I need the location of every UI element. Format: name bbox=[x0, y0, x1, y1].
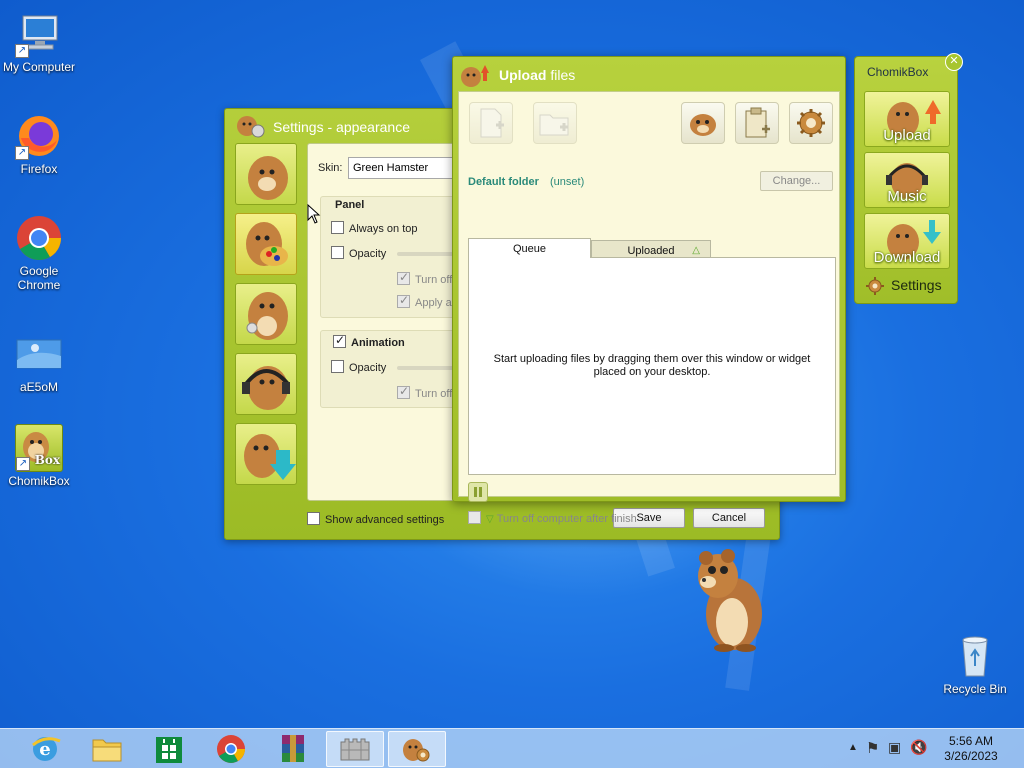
mouse-cursor bbox=[307, 203, 321, 227]
taskbar-google-chrome[interactable] bbox=[202, 731, 260, 767]
widget-close-button[interactable]: ✕ bbox=[945, 53, 963, 71]
chrome-icon bbox=[15, 214, 63, 262]
change-folder-button[interactable]: Change... bbox=[760, 171, 833, 191]
animation-opacity-checkbox[interactable]: Opacity bbox=[331, 360, 386, 374]
panel-opacity-checkbox[interactable]: Opacity bbox=[331, 246, 386, 260]
settings-nav-appearance[interactable] bbox=[235, 213, 297, 275]
taskbar-winrar[interactable] bbox=[264, 731, 322, 767]
chomikbox-icon-text: Box bbox=[34, 453, 60, 467]
show-advanced-checkbox[interactable]: Show advanced settings bbox=[307, 512, 444, 526]
castle-icon bbox=[340, 738, 370, 761]
upload-window-icon bbox=[459, 61, 493, 89]
taskbar-chomikbox[interactable] bbox=[388, 731, 446, 767]
empty-queue-message: Start uploading files by dragging them o… bbox=[493, 353, 811, 378]
recycle-bin-icon bbox=[951, 632, 999, 680]
internet-explorer-icon: e bbox=[32, 737, 61, 761]
computer-icon: ↗ bbox=[15, 10, 63, 58]
system-tray: ▲ ⚑ ▣ 🔇 5:56 AM 3/26/2023 bbox=[844, 729, 1024, 768]
panel-group-title: Panel bbox=[335, 199, 365, 211]
pause-button[interactable] bbox=[468, 482, 488, 502]
widget-title: ChomikBox bbox=[867, 65, 929, 79]
shortcut-arrow-icon: ↗ bbox=[15, 44, 29, 58]
add-files-button[interactable] bbox=[469, 102, 513, 144]
desktop-icon-label: aE5oM bbox=[19, 380, 59, 394]
clock[interactable]: 5:56 AM 3/26/2023 bbox=[934, 734, 1008, 764]
taskbar-internet-explorer[interactable]: e bbox=[16, 731, 74, 767]
turn-off-after-finish-checkbox[interactable]: ▽ Turn off computer after finish bbox=[468, 511, 637, 525]
shortcut-arrow-icon: ↗ bbox=[16, 457, 30, 471]
settings-nav-download[interactable] bbox=[235, 423, 297, 485]
tab-queue[interactable]: Queue bbox=[468, 238, 591, 258]
default-folder-value[interactable]: (unset) bbox=[550, 176, 584, 188]
clock-time: 5:56 AM bbox=[948, 734, 994, 748]
upload-window-title: Upload files bbox=[499, 67, 576, 83]
gear-icon bbox=[866, 277, 884, 295]
chomikbox-icon: Box ↗ bbox=[15, 424, 63, 472]
hamster-account-button[interactable] bbox=[681, 102, 725, 144]
taskbar: e ▲ ⚑ ▣ 🔇 5:56 AM 3/26/2023 bbox=[0, 728, 1024, 768]
upload-files-window[interactable]: Upload files Default folder (unset) Chan… bbox=[452, 56, 846, 525]
chomikbox-widget[interactable]: ChomikBox ✕ Upload Music Download Settin… bbox=[854, 53, 963, 304]
desktop-icon-my-computer[interactable]: ↗ My Computer bbox=[0, 10, 78, 74]
desktop-icon-label: ChomikBox bbox=[8, 474, 70, 488]
desktop-icon-firefox[interactable]: ↗ Firefox bbox=[0, 112, 78, 176]
volume-muted-icon[interactable]: 🔇 bbox=[910, 739, 927, 756]
widget-settings-button[interactable]: Settings bbox=[865, 275, 951, 297]
settings-nav-general[interactable] bbox=[235, 143, 297, 205]
desktop-icon-label: My Computer bbox=[2, 60, 76, 74]
taskbar-file-explorer[interactable] bbox=[78, 731, 136, 767]
winrar-icon bbox=[282, 735, 304, 762]
add-folder-button[interactable] bbox=[533, 102, 577, 144]
desktop-icon-ae5om[interactable]: aE5oM bbox=[0, 330, 78, 394]
animation-turn-off-checkbox[interactable]: Turn off bbox=[397, 384, 452, 400]
panel-apply-also-checkbox[interactable]: Apply al bbox=[397, 293, 454, 309]
store-icon bbox=[156, 737, 182, 763]
settings-window-title: Settings - appearance bbox=[273, 119, 410, 135]
folder-icon bbox=[92, 739, 122, 762]
pause-icon bbox=[474, 487, 482, 497]
desktop-icon-recycle-bin[interactable]: Recycle Bin bbox=[936, 632, 1014, 696]
taskbar-store[interactable] bbox=[140, 731, 198, 767]
svg-text:e: e bbox=[39, 739, 50, 760]
desktop-icon-chomikbox[interactable]: Box ↗ ChomikBox bbox=[0, 424, 78, 488]
animation-checkbox[interactable]: Animation bbox=[333, 333, 405, 349]
network-icon[interactable]: ▣ bbox=[888, 739, 901, 756]
hamster-mascot[interactable] bbox=[692, 548, 772, 654]
show-hidden-icons-chevron-icon[interactable]: ▲ bbox=[848, 742, 858, 753]
shortcut-arrow-icon: ↗ bbox=[15, 146, 29, 160]
paste-button[interactable] bbox=[735, 102, 779, 144]
cancel-button[interactable]: Cancel bbox=[693, 508, 765, 528]
desktop-icon-google-chrome[interactable]: Google Chrome bbox=[0, 214, 78, 292]
chomikbox-icon bbox=[403, 739, 430, 762]
action-center-flag-icon[interactable]: ⚑ bbox=[866, 739, 879, 757]
upload-queue-list[interactable]: Start uploading files by dragging them o… bbox=[468, 257, 836, 475]
widget-music-button[interactable]: Music bbox=[864, 152, 950, 208]
always-on-top-checkbox[interactable]: Always on top bbox=[331, 221, 417, 235]
taskbar-castle-app[interactable] bbox=[326, 731, 384, 767]
desktop-icon-label: Recycle Bin bbox=[943, 682, 1007, 696]
panel-turn-off-checkbox[interactable]: Turn off bbox=[397, 270, 452, 286]
desktop-icon-label: Google Chrome bbox=[17, 264, 61, 292]
firefox-icon: ↗ bbox=[15, 112, 63, 160]
settings-nav-music[interactable] bbox=[235, 353, 297, 415]
clock-date: 3/26/2023 bbox=[944, 749, 998, 763]
image-file-icon bbox=[15, 330, 63, 378]
triangle-down-icon: ▽ bbox=[486, 514, 494, 525]
default-folder-label: Default folder bbox=[468, 176, 539, 188]
widget-download-button[interactable]: Download bbox=[864, 213, 950, 269]
desktop-icon-label: Firefox bbox=[20, 162, 58, 176]
chrome-icon bbox=[217, 735, 245, 763]
settings-window-icon bbox=[233, 113, 265, 139]
widget-upload-button[interactable]: Upload bbox=[864, 91, 950, 147]
close-icon: ✕ bbox=[949, 55, 959, 67]
upload-content: Default folder (unset) Change... Queue U… bbox=[458, 91, 840, 525]
settings-nav-transfers[interactable] bbox=[235, 283, 297, 345]
skin-label: Skin: bbox=[318, 162, 343, 174]
upload-settings-button[interactable] bbox=[789, 102, 833, 144]
